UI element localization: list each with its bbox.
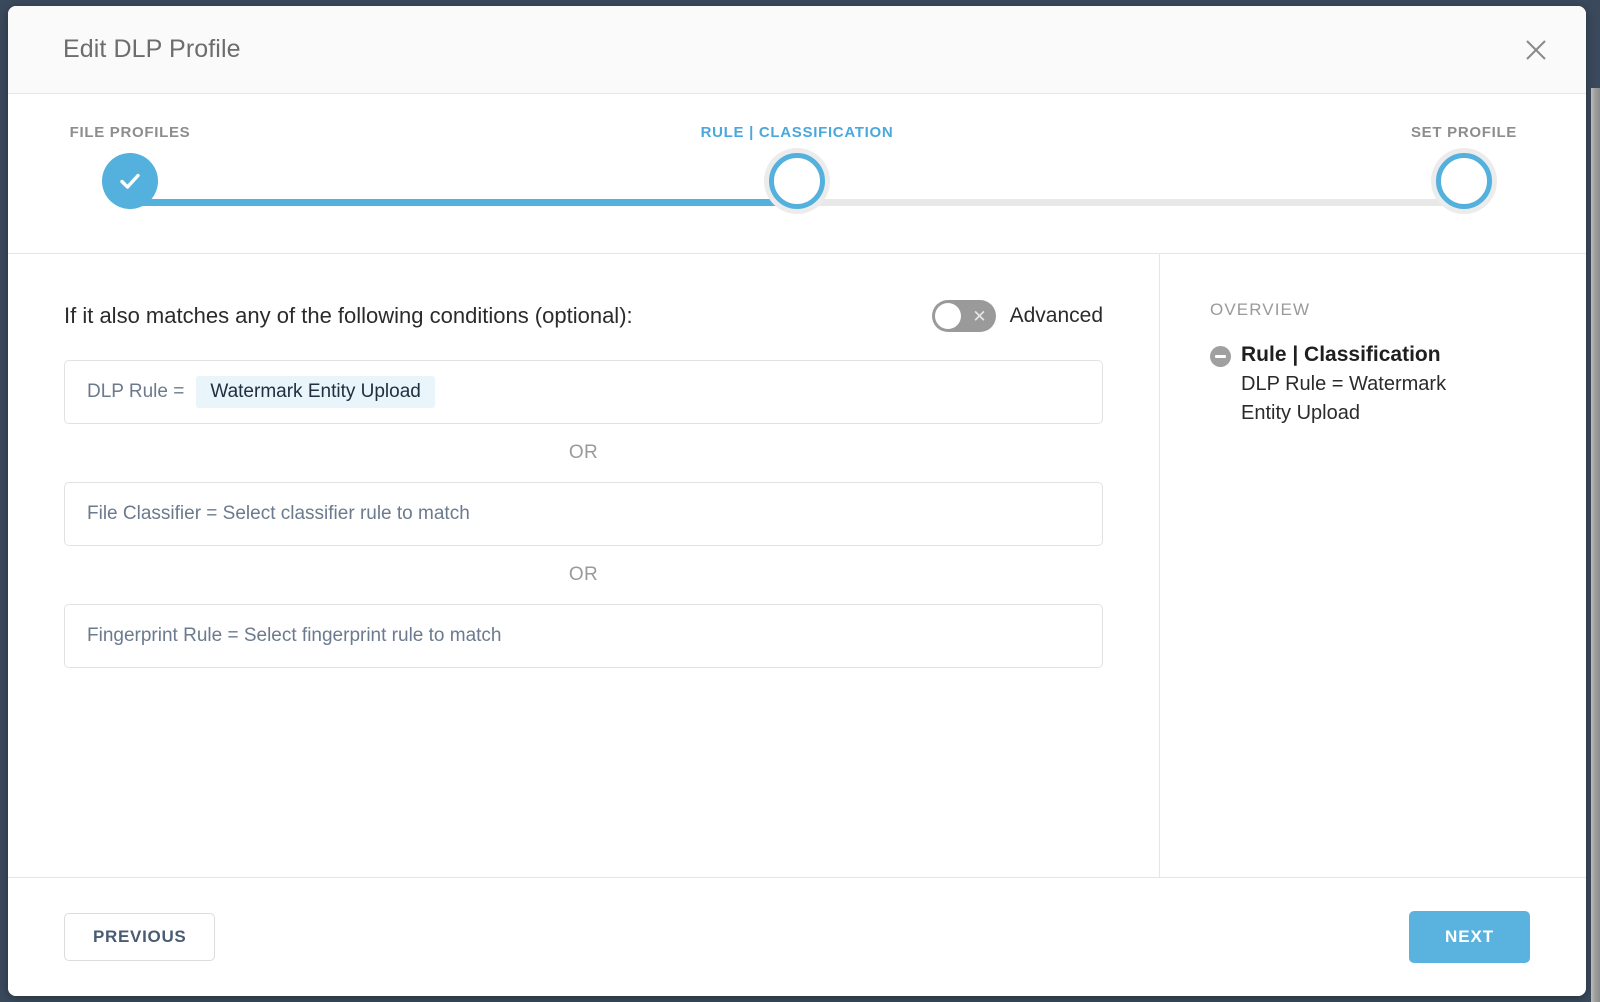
- step-file-profiles[interactable]: FILE PROFILES: [8, 124, 260, 209]
- overview-title: OVERVIEW: [1210, 300, 1311, 319]
- condition-key-dlp-rule: DLP Rule =: [87, 381, 185, 402]
- next-button[interactable]: NEXT: [1409, 911, 1530, 963]
- step-dot-upcoming[interactable]: [1436, 153, 1492, 209]
- overview-node-rule-classification: Rule | Classification: [1210, 342, 1546, 368]
- conditions-header: If it also matches any of the following …: [64, 300, 1103, 332]
- check-icon: [120, 173, 140, 189]
- step-label-rule-classification: RULE | CLASSIFICATION: [700, 124, 894, 141]
- overview-pane: OVERVIEW Rule | Classification DLP Rule …: [1160, 254, 1586, 877]
- condition-row-file-classifier[interactable]: File Classifier = Select classifier rule…: [64, 482, 1103, 546]
- condition-placeholder-file-classifier: File Classifier = Select classifier rule…: [87, 503, 470, 524]
- modal-footer: PREVIOUS NEXT: [8, 878, 1586, 996]
- or-separator-1: OR: [568, 442, 599, 463]
- step-label-file-profiles: FILE PROFILES: [69, 124, 191, 141]
- or-separator-2: OR: [568, 564, 599, 585]
- previous-button[interactable]: PREVIOUS: [64, 913, 216, 961]
- step-label-set-profile: SET PROFILE: [1410, 124, 1518, 141]
- condition-placeholder-fingerprint-rule: Fingerprint Rule = Select fingerprint ru…: [87, 625, 502, 646]
- overview-node-detail: DLP Rule = Watermark Entity Upload: [1241, 373, 1447, 425]
- advanced-toggle-group: ✕ Advanced: [931, 300, 1103, 332]
- minus-circle-icon[interactable]: [1210, 346, 1231, 367]
- wizard-stepper: FILE PROFILES RULE | CLASSIFICATION SET …: [8, 94, 1586, 254]
- edit-dlp-profile-modal: Edit DLP Profile FILE PROFILES RULE | CL…: [8, 6, 1586, 996]
- condition-row-fingerprint-rule[interactable]: Fingerprint Rule = Select fingerprint ru…: [64, 604, 1103, 668]
- advanced-toggle[interactable]: ✕: [931, 300, 996, 332]
- overview-node-label: Rule | Classification: [1241, 343, 1441, 366]
- close-x-icon: ✕: [972, 306, 987, 326]
- step-dot-current[interactable]: [769, 153, 825, 209]
- toggle-knob: [934, 303, 961, 329]
- advanced-label: Advanced: [1009, 304, 1103, 327]
- conditions-pane: If it also matches any of the following …: [8, 254, 1160, 877]
- condition-row-dlp-rule[interactable]: DLP Rule = Watermark Entity Upload: [64, 360, 1103, 424]
- conditions-heading: If it also matches any of the following …: [64, 303, 633, 328]
- page-title: Edit DLP Profile: [63, 35, 241, 63]
- condition-value-chip-dlp-rule[interactable]: Watermark Entity Upload: [196, 376, 435, 408]
- close-icon[interactable]: [1518, 32, 1554, 68]
- modal-body: If it also matches any of the following …: [8, 254, 1586, 878]
- page-scrollbar[interactable]: [1591, 88, 1600, 1002]
- step-rule-classification[interactable]: RULE | CLASSIFICATION: [667, 124, 927, 209]
- step-dot-completed[interactable]: [102, 153, 158, 209]
- modal-header: Edit DLP Profile: [8, 6, 1586, 94]
- step-set-profile[interactable]: SET PROFILE: [1334, 124, 1586, 209]
